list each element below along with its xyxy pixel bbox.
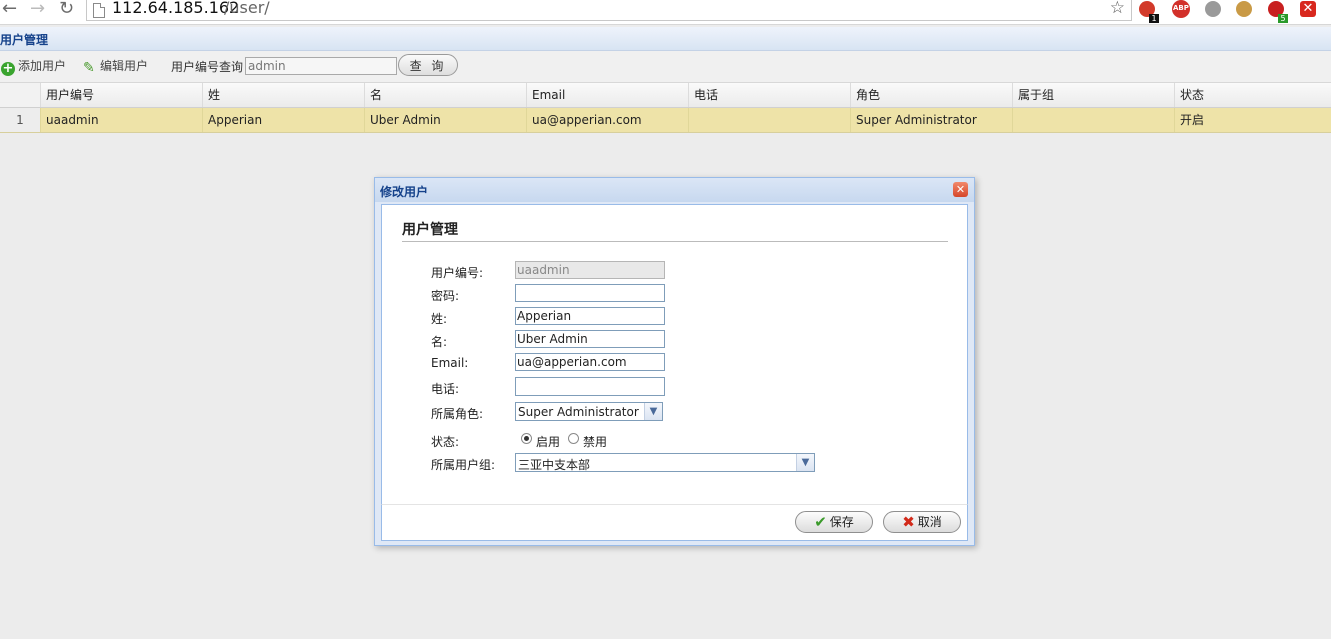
edit-user-label: 编辑用户 — [100, 59, 149, 73]
add-user-label: 添加用户 — [18, 59, 67, 73]
url-path: /user/ — [224, 0, 270, 17]
url-host: 112.64.185.162 — [112, 0, 240, 17]
role-select[interactable]: Super Administrator ▼ — [515, 402, 663, 421]
last-name-row: 姓: — [382, 307, 967, 327]
section-divider — [402, 241, 948, 242]
check-icon: ✔ — [814, 513, 827, 531]
bookmark-star-icon[interactable]: ☆ — [1110, 0, 1125, 18]
email-row: Email: — [382, 353, 967, 373]
section-title: 用户管理 — [402, 222, 458, 238]
status-disabled-radio[interactable] — [568, 433, 579, 444]
extension-badge: 1 — [1149, 14, 1159, 23]
user-id-row: 用户编号: — [382, 261, 967, 281]
back-icon[interactable]: ← — [2, 0, 17, 18]
column-header[interactable]: 用户编号 — [41, 83, 203, 107]
extension-badge: 5 — [1278, 14, 1288, 23]
close-icon[interactable]: ✕ — [953, 182, 968, 197]
plus-icon: + — [1, 61, 15, 76]
search-input[interactable] — [245, 57, 397, 75]
email-label: Email: — [431, 356, 469, 370]
user-toolbar: +添加用户 ✎ 编辑用户 用户编号查询 查 询 — [0, 51, 1331, 83]
grid-header: 用户编号 姓 名 Email 电话 角色 属于组 状态 — [0, 83, 1331, 108]
address-bar[interactable]: 112.64.185.162 /user/ ☆ — [86, 0, 1132, 21]
phone-field[interactable] — [515, 377, 665, 396]
status-enabled-radio[interactable] — [521, 433, 532, 444]
status-disabled-label[interactable]: 禁用 — [583, 433, 607, 450]
add-user-button[interactable]: + 添加用户 — [1, 57, 67, 76]
reload-icon[interactable]: ↻ — [59, 0, 74, 18]
last-name-label: 姓: — [431, 312, 448, 326]
browser-toolbar: ← → ↻ 112.64.185.162 /user/ ☆ 1 ABP 5 ✕ — [0, 0, 1331, 25]
panel-header: 用户管理 — [0, 27, 1331, 51]
page-icon — [93, 3, 105, 18]
password-field[interactable] — [515, 284, 665, 302]
user-id-label: 用户编号: — [431, 266, 484, 280]
extension-red-icon[interactable]: 5 — [1268, 1, 1288, 23]
save-label: 保存 — [829, 515, 854, 529]
column-header[interactable]: 电话 — [689, 83, 851, 107]
first-name-label: 名: — [431, 335, 448, 349]
adblock-icon[interactable]: ABP — [1172, 0, 1190, 18]
group-row: 所属用户组: 三亚中支本部 ▼ — [382, 453, 967, 473]
status-label: 状态: — [431, 435, 460, 449]
query-button[interactable]: 查 询 — [398, 54, 458, 76]
pencil-icon: ✎ — [83, 60, 95, 76]
globe-icon[interactable] — [1205, 1, 1221, 17]
cell-phone — [689, 108, 851, 132]
email-field[interactable] — [515, 353, 665, 371]
status-row: 状态: 启用 禁用 — [382, 430, 967, 450]
rownum-header — [0, 83, 41, 107]
phone-row: 电话: — [382, 377, 967, 397]
last-name-field[interactable] — [515, 307, 665, 325]
group-label: 所属用户组: — [431, 458, 496, 472]
status-enabled-label[interactable]: 启用 — [536, 433, 560, 450]
close-extension-icon[interactable]: ✕ — [1300, 1, 1316, 17]
cell-last-name: Apperian — [203, 108, 365, 132]
save-button[interactable]: ✔ 保存 — [795, 511, 873, 533]
column-header[interactable]: 名 — [365, 83, 527, 107]
dialog-footer: ✔ 保存 ✖ 取消 — [381, 504, 968, 541]
role-label: 所属角色: — [431, 407, 484, 421]
row-number: 1 — [0, 108, 41, 132]
dialog-form: 用户管理 用户编号: 密码: 姓: 名: Email: 电话: 所属角色: — [381, 204, 968, 506]
first-name-field[interactable] — [515, 330, 665, 348]
cell-status: 开启 — [1180, 113, 1205, 127]
forward-icon[interactable]: → — [30, 0, 45, 18]
column-header[interactable]: 属于组 — [1013, 83, 1175, 107]
edit-user-dialog: 修改用户 ✕ 用户管理 用户编号: 密码: 姓: 名: Email: 电话: — [374, 177, 975, 546]
column-header[interactable]: 姓 — [203, 83, 365, 107]
user-grid: 用户编号 姓 名 Email 电话 角色 属于组 状态 1 uaadmin Ap… — [0, 83, 1331, 133]
group-select[interactable]: 三亚中支本部 ▼ — [515, 453, 815, 472]
extension-key-icon[interactable]: 1 — [1139, 1, 1159, 23]
chevron-down-icon[interactable]: ▼ — [644, 403, 662, 420]
password-label: 密码: — [431, 289, 460, 303]
role-row: 所属角色: Super Administrator ▼ — [382, 402, 967, 422]
column-header[interactable]: 角色 — [851, 83, 1013, 107]
cell-group — [1013, 108, 1175, 132]
column-header[interactable]: Email — [527, 83, 689, 107]
cell-user-id: uaadmin — [41, 108, 203, 132]
cell-role: Super Administrator — [851, 108, 1013, 132]
table-row[interactable]: 1 uaadmin Apperian Uber Admin ua@apperia… — [0, 108, 1331, 133]
password-row: 密码: — [382, 284, 967, 304]
adblock-label: ABP — [1173, 4, 1189, 12]
dialog-header[interactable]: 修改用户 ✕ — [375, 178, 974, 202]
cancel-x-icon: ✖ — [902, 513, 915, 531]
cookie-icon[interactable] — [1236, 1, 1252, 17]
role-select-value: Super Administrator — [518, 405, 639, 419]
first-name-row: 名: — [382, 330, 967, 350]
cell-email: ua@apperian.com — [527, 108, 689, 132]
column-header[interactable]: 状态 — [1175, 83, 1331, 107]
cancel-label: 取消 — [917, 515, 942, 529]
search-label: 用户编号查询 — [171, 60, 244, 74]
panel-title: 用户管理 — [0, 33, 49, 47]
cancel-button[interactable]: ✖ 取消 — [883, 511, 961, 533]
phone-label: 电话: — [431, 382, 460, 396]
edit-user-button[interactable]: ✎ 编辑用户 — [83, 57, 148, 75]
chevron-down-icon[interactable]: ▼ — [796, 454, 814, 471]
group-select-value: 三亚中支本部 — [518, 458, 591, 472]
cell-first-name: Uber Admin — [365, 108, 527, 132]
user-id-field — [515, 261, 665, 279]
dialog-title: 修改用户 — [380, 185, 429, 199]
